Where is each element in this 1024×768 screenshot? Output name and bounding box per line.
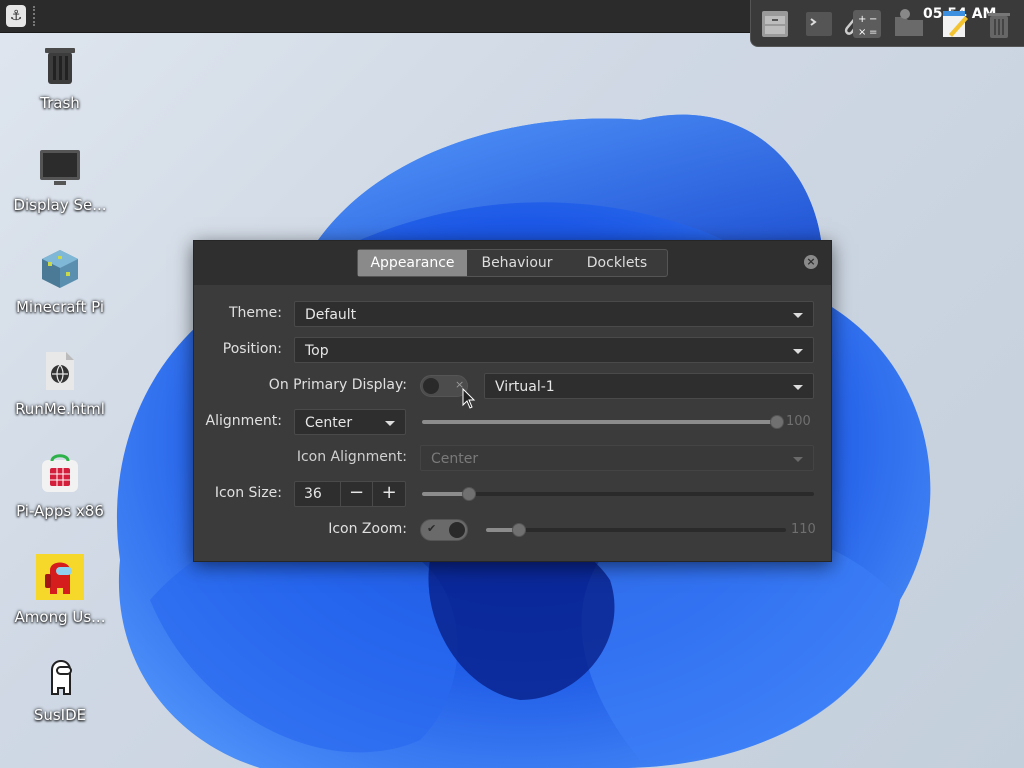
html-file-icon [46,352,74,390]
svg-text:+: + [858,14,866,25]
dialog-titlebar[interactable]: Appearance Behaviour Docklets × [194,241,831,285]
terminal-icon[interactable] [803,8,835,40]
icon-alignment-label: Icon Alignment: [296,449,407,465]
desktop-icon-among-us[interactable]: Among Us... [6,554,114,626]
svg-text:−: − [869,14,877,25]
panel-separator [33,6,37,26]
alignment-label: Alignment: [205,413,282,429]
folder-icon[interactable] [893,8,925,40]
desktop-icon-label: RunMe.html [15,400,105,418]
chevron-down-icon [793,313,803,318]
calculator-icon[interactable]: + −× = [851,8,883,40]
desktop-icon-trash[interactable]: Trash [6,44,114,112]
icon-size-slider[interactable] [422,487,814,501]
svg-text:×: × [858,27,866,38]
icon-size-spinbox: 36 − + [294,481,406,507]
desktop-icon-minecraft-pi[interactable]: Minecraft Pi [6,248,114,316]
icon-alignment-value: Center [431,451,479,467]
increment-button[interactable]: + [372,482,405,506]
icon-zoom-switch[interactable]: ✔ [420,519,468,541]
desktop-icon-suside[interactable]: SusIDE [6,656,114,724]
tab-behaviour[interactable]: Behaviour [467,250,567,276]
position-label: Position: [222,341,282,357]
position-value: Top [305,343,329,359]
alignment-slider-value: 100 [786,414,811,429]
desktop-icon-display-settings[interactable]: Display Se... [6,146,114,214]
check-icon: ✔ [427,522,437,535]
tab-bar: Appearance Behaviour Docklets [357,249,668,277]
pi-apps-icon [42,454,78,492]
switch-knob [423,378,439,394]
chevron-down-icon [385,421,395,426]
file-cabinet-icon[interactable] [759,8,791,40]
desktop-icon-label: Among Us... [14,608,106,626]
desktop-icon-runme-html[interactable]: RunMe.html [6,350,114,418]
alignment-slider[interactable] [422,415,784,429]
desktop-icon-label: Minecraft Pi [15,298,104,316]
primary-display-value: Virtual-1 [495,379,555,395]
desktop-icon-label: Pi-Apps x86 [16,502,104,520]
primary-display-label: On Primary Display: [268,377,407,393]
theme-combo[interactable]: Default [294,301,814,327]
slider-fill [422,420,777,424]
among-us-icon [36,554,84,600]
suside-icon [51,660,72,695]
tab-appearance[interactable]: Appearance [358,250,467,276]
dock-trash-icon[interactable] [983,8,1015,40]
icon-zoom-slider[interactable] [486,523,786,537]
svg-text:=: = [869,27,877,38]
icon-zoom-slider-value: 110 [791,522,816,537]
theme-value: Default [305,307,357,323]
close-button[interactable]: × [804,255,818,269]
icon-size-label: Icon Size: [214,485,282,501]
theme-label: Theme: [228,305,282,321]
primary-display-switch[interactable]: × [420,375,468,397]
minecraft-block-icon [42,250,78,288]
chevron-down-icon [793,457,803,462]
icon-zoom-label: Icon Zoom: [328,521,407,537]
primary-display-combo[interactable]: Virtual-1 [484,373,814,399]
tab-docklets[interactable]: Docklets [567,250,667,276]
slider-handle[interactable] [512,523,526,537]
position-combo[interactable]: Top [294,337,814,363]
monitor-icon [40,150,80,185]
icon-alignment-combo: Center [420,445,814,471]
alignment-combo[interactable]: Center [294,409,406,435]
switch-knob [449,522,465,538]
decrement-button[interactable]: − [341,482,373,506]
dock: +−×= 05 54 AM [750,0,1024,47]
desktop-icon-label: Display Se... [13,196,107,214]
slider-handle[interactable] [462,487,476,501]
alignment-value: Center [305,415,353,431]
chevron-down-icon [793,385,803,390]
dock-preferences-dialog: Appearance Behaviour Docklets × Theme: D… [193,240,832,562]
mouse-cursor-icon [462,388,476,409]
desktop-icon-pi-apps[interactable]: Pi-Apps x86 [6,452,114,520]
text-editor-icon[interactable] [939,8,971,40]
desktop-icon-label: SusIDE [33,706,87,724]
chevron-down-icon [793,349,803,354]
desktop-icon-label: Trash [40,94,80,112]
app-menu-icon[interactable]: ⚓ [6,5,26,27]
trash-icon [45,48,75,84]
slider-handle[interactable] [770,415,784,429]
icon-size-input[interactable]: 36 [295,482,341,506]
